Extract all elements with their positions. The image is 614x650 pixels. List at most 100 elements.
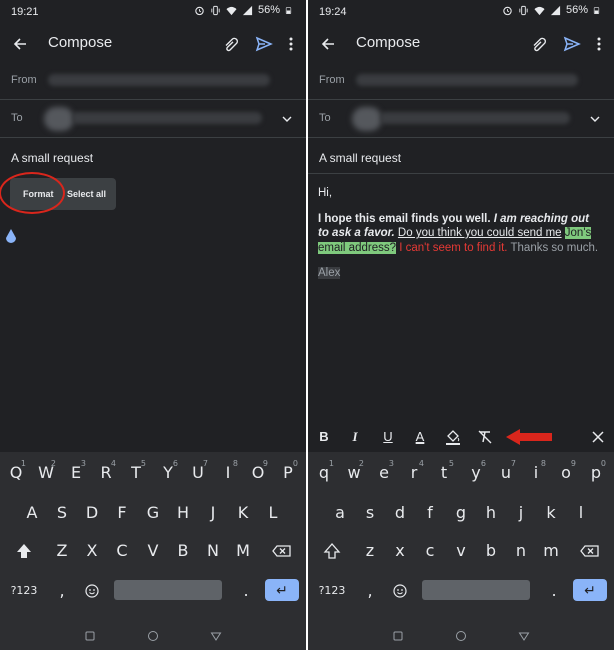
- key-j[interactable]: J: [199, 498, 227, 528]
- subject-field[interactable]: A small request: [11, 151, 93, 165]
- key-h[interactable]: H: [169, 498, 197, 528]
- key-b[interactable]: b: [477, 536, 505, 566]
- key-w[interactable]: w2: [340, 458, 368, 488]
- key-v[interactable]: v: [447, 536, 475, 566]
- chevron-down-icon[interactable]: [588, 112, 602, 126]
- key-m[interactable]: M: [229, 536, 257, 566]
- chevron-down-icon[interactable]: [280, 112, 294, 126]
- clear-format-icon[interactable]: [476, 428, 494, 446]
- back-arrow-icon[interactable]: [318, 34, 338, 54]
- key-s[interactable]: s: [356, 498, 384, 528]
- key-a[interactable]: A: [18, 498, 46, 528]
- key-f[interactable]: f: [416, 498, 444, 528]
- key-d[interactable]: D: [78, 498, 106, 528]
- key-t[interactable]: T5: [122, 458, 150, 488]
- key-q[interactable]: q1: [310, 458, 338, 488]
- bold-button[interactable]: B: [315, 428, 333, 446]
- backspace-icon[interactable]: [268, 536, 296, 566]
- send-icon[interactable]: [254, 34, 274, 54]
- key-e[interactable]: e3: [370, 458, 398, 488]
- key-f[interactable]: F: [108, 498, 136, 528]
- emoji-icon[interactable]: [388, 576, 412, 606]
- key-x[interactable]: x: [386, 536, 414, 566]
- italic-button[interactable]: I: [346, 428, 364, 446]
- subject-field[interactable]: A small request: [319, 151, 401, 165]
- attach-icon[interactable]: [222, 34, 242, 54]
- back-arrow-icon[interactable]: [10, 34, 30, 54]
- key-g[interactable]: G: [139, 498, 167, 528]
- key-r[interactable]: r4: [400, 458, 428, 488]
- shift-icon[interactable]: [10, 536, 38, 566]
- key-b[interactable]: B: [169, 536, 197, 566]
- from-row[interactable]: From: [308, 62, 614, 100]
- to-row[interactable]: To: [0, 100, 306, 138]
- key-k[interactable]: k: [537, 498, 565, 528]
- key-p[interactable]: p0: [582, 458, 610, 488]
- key-c[interactable]: c: [416, 536, 444, 566]
- more-vert-icon[interactable]: [282, 34, 300, 54]
- key-comma[interactable]: ,: [48, 576, 76, 606]
- key-q[interactable]: Q1: [2, 458, 30, 488]
- from-row[interactable]: From: [0, 62, 306, 100]
- symbols-key[interactable]: ?123: [6, 576, 42, 606]
- key-r[interactable]: R4: [92, 458, 120, 488]
- message-body[interactable]: Hi, I hope this email finds you well. I …: [318, 186, 602, 292]
- key-i[interactable]: I8: [214, 458, 242, 488]
- key-m[interactable]: m: [537, 536, 565, 566]
- select-all-menu-item[interactable]: Select all: [67, 189, 106, 199]
- key-w[interactable]: W2: [32, 458, 60, 488]
- enter-key[interactable]: ↵: [573, 579, 607, 601]
- key-d[interactable]: d: [386, 498, 414, 528]
- key-o[interactable]: o9: [552, 458, 580, 488]
- key-u[interactable]: U7: [184, 458, 212, 488]
- key-o[interactable]: O9: [244, 458, 272, 488]
- key-comma[interactable]: ,: [356, 576, 384, 606]
- key-x[interactable]: X: [78, 536, 106, 566]
- key-l[interactable]: l: [567, 498, 595, 528]
- key-t[interactable]: t5: [430, 458, 458, 488]
- home-icon[interactable]: [455, 630, 467, 642]
- key-n[interactable]: N: [199, 536, 227, 566]
- to-row[interactable]: To: [308, 100, 614, 138]
- recents-icon[interactable]: [392, 630, 404, 642]
- key-period[interactable]: .: [540, 576, 568, 606]
- key-z[interactable]: Z: [48, 536, 76, 566]
- backspace-icon[interactable]: [576, 536, 604, 566]
- key-c[interactable]: C: [108, 536, 136, 566]
- key-u[interactable]: u7: [492, 458, 520, 488]
- space-key[interactable]: [422, 580, 530, 600]
- enter-key[interactable]: ↵: [265, 579, 299, 601]
- back-nav-icon[interactable]: [210, 630, 222, 642]
- shift-icon[interactable]: [318, 536, 346, 566]
- space-key[interactable]: [114, 580, 222, 600]
- key-a[interactable]: a: [326, 498, 354, 528]
- key-i[interactable]: i8: [522, 458, 550, 488]
- key-l[interactable]: L: [259, 498, 287, 528]
- fill-color-icon[interactable]: [444, 428, 462, 446]
- key-g[interactable]: g: [447, 498, 475, 528]
- emoji-icon[interactable]: [80, 576, 104, 606]
- key-j[interactable]: j: [507, 498, 535, 528]
- close-icon[interactable]: [589, 428, 607, 446]
- key-v[interactable]: V: [139, 536, 167, 566]
- attach-icon[interactable]: [530, 34, 550, 54]
- key-y[interactable]: Y6: [154, 458, 182, 488]
- key-p[interactable]: P0: [274, 458, 302, 488]
- recents-icon[interactable]: [84, 630, 96, 642]
- key-s[interactable]: S: [48, 498, 76, 528]
- underline-button[interactable]: U: [379, 428, 397, 446]
- send-icon[interactable]: [562, 34, 582, 54]
- home-icon[interactable]: [147, 630, 159, 642]
- key-y[interactable]: y6: [462, 458, 490, 488]
- text-color-button[interactable]: A: [411, 428, 429, 446]
- key-period[interactable]: .: [232, 576, 260, 606]
- key-z[interactable]: z: [356, 536, 384, 566]
- symbols-key[interactable]: ?123: [314, 576, 350, 606]
- back-nav-icon[interactable]: [518, 630, 530, 642]
- more-vert-icon[interactable]: [590, 34, 608, 54]
- key-k[interactable]: K: [229, 498, 257, 528]
- key-n[interactable]: n: [507, 536, 535, 566]
- key-e[interactable]: E3: [62, 458, 90, 488]
- text-handle-icon[interactable]: [4, 228, 18, 246]
- key-h[interactable]: h: [477, 498, 505, 528]
